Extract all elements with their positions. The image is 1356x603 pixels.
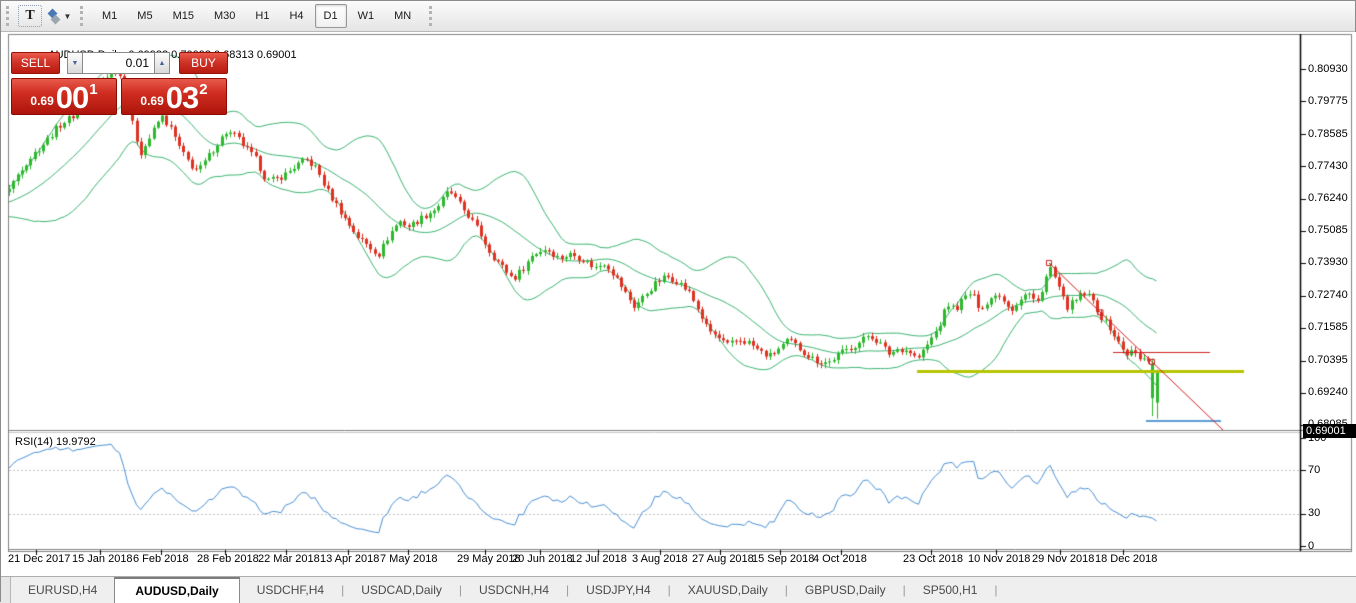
timeframe-button-w1[interactable]: W1 (349, 4, 384, 28)
toolbar-grip[interactable] (80, 6, 87, 26)
tab-separator: | (994, 583, 997, 597)
chart-tab-gbpusd[interactable]: GBPUSD,Daily (788, 577, 903, 603)
price-axis-label: 0.72740 (1308, 289, 1348, 301)
time-axis-label: 15 Sep 2018 (752, 553, 814, 565)
chart-tab-bar: EURUSD,H4AUDUSD,DailyUSDCHF,H4 | USDCAD,Da… (1, 576, 1356, 603)
timeframe-toolbar: M1M5M15M30H1H4D1W1MN (92, 4, 421, 28)
price-axis-label: 0.73930 (1308, 256, 1348, 268)
time-axis-label: 13 Apr 2018 (320, 553, 379, 565)
timeframe-button-d1[interactable]: D1 (315, 4, 347, 28)
price-axis-label: 0.71585 (1308, 321, 1348, 333)
price-axis-label: 0.70395 (1308, 354, 1348, 366)
chart-tab-audusd[interactable]: AUDUSD,Daily (114, 577, 239, 603)
rsi-axis-label: 70 (1308, 464, 1320, 476)
time-axis-label: 23 Oct 2018 (903, 553, 963, 565)
one-click-trading-panel: SELL ▼ ▲ BUY 0.69 00 1 0.69 03 2 (11, 52, 233, 115)
chart-area: ▲AUDUSD,Daily 0.69982 0.70098 0.68313 0.… (1, 32, 1356, 576)
timeframe-button-m1[interactable]: M1 (93, 4, 126, 28)
sell-button[interactable]: SELL (11, 52, 60, 74)
text-tool-button[interactable]: T (18, 5, 42, 27)
timeframe-button-m5[interactable]: M5 (128, 4, 161, 28)
buy-button[interactable]: BUY (179, 52, 228, 74)
chart-tab-usdcnh[interactable]: USDCNH,H4 (462, 577, 566, 603)
buy-price-big-digits: 03 (166, 84, 198, 112)
timeframe-button-h1[interactable]: H1 (246, 4, 278, 28)
rsi-indicator-label: RSI(14) 19.9792 (15, 436, 96, 448)
sell-price-big-digits: 00 (56, 84, 88, 112)
chart-tab-eurusd[interactable]: EURUSD,H4 (11, 577, 114, 603)
line-studies-button[interactable]: ▼ (42, 4, 78, 28)
timeframe-button-m30[interactable]: M30 (205, 4, 244, 28)
time-axis-label: 28 Feb 2018 (197, 553, 259, 565)
price-axis-label: 0.77430 (1308, 160, 1348, 172)
price-axis-label: 0.79775 (1308, 95, 1348, 107)
tab-stub[interactable] (1, 577, 11, 603)
chart-tab-usdjpy[interactable]: USDJPY,H4 (569, 577, 667, 603)
price-axis-label: 0.78585 (1308, 128, 1348, 140)
lot-decrease-button[interactable]: ▼ (67, 52, 83, 74)
lot-increase-button[interactable]: ▲ (154, 52, 170, 74)
toolbar-grip[interactable] (429, 6, 436, 26)
chart-tab-sp500[interactable]: SP500,H1 (906, 577, 995, 603)
toolbar-grip[interactable] (6, 6, 13, 26)
chevron-down-icon: ▼ (64, 12, 72, 21)
lot-size-control: ▼ ▲ (67, 52, 170, 74)
time-axis-label: 3 Aug 2018 (632, 553, 688, 565)
time-axis-label: 20 Jun 2018 (512, 553, 573, 565)
time-axis-label: 7 May 2018 (380, 553, 437, 565)
price-axis-label: 0.80930 (1308, 63, 1348, 75)
timeframe-button-mn[interactable]: MN (385, 4, 420, 28)
sell-price-pip-digit: 1 (89, 81, 97, 98)
current-price-tag: 0.69001 (1303, 424, 1356, 438)
chart-tab-usdcad[interactable]: USDCAD,Daily (344, 577, 459, 603)
buy-price-box[interactable]: 0.69 03 2 (121, 78, 227, 115)
price-axis-label: 0.76240 (1308, 192, 1348, 204)
time-axis-label: 22 Mar 2018 (258, 553, 320, 565)
buy-price-pip-digit: 2 (199, 81, 207, 98)
time-axis-label: 12 Jul 2018 (570, 553, 627, 565)
buy-price-prefix: 0.69 (140, 94, 163, 108)
time-axis-label: 21 Dec 2017 (8, 553, 70, 565)
sell-price-box[interactable]: 0.69 00 1 (11, 78, 117, 115)
rsi-axis-label: 30 (1308, 507, 1320, 519)
sell-price-prefix: 0.69 (30, 94, 53, 108)
timeframe-button-h4[interactable]: H4 (280, 4, 312, 28)
chart-tab-xauusd[interactable]: XAUUSD,Daily (671, 577, 785, 603)
time-axis-label: 15 Jan 2018 (72, 553, 133, 565)
lot-size-input[interactable] (83, 52, 154, 74)
terminal-window: T ▼ M1M5M15M30H1H4D1W1MN ▲ AUDUSD,Daily 0… (0, 0, 1356, 602)
time-axis-label: 27 Aug 2018 (692, 553, 754, 565)
timeframe-button-m15[interactable]: M15 (164, 4, 203, 28)
chart-tab-usdchf[interactable]: USDCHF,H4 (240, 577, 341, 603)
time-axis-label: 4 Oct 2018 (813, 553, 867, 565)
top-toolbar: T ▼ M1M5M15M30H1H4D1W1MN (1, 1, 1355, 32)
time-axis-label: 18 Dec 2018 (1095, 553, 1157, 565)
time-axis-label: 29 Nov 2018 (1032, 553, 1094, 565)
price-axis-label: 0.69240 (1308, 386, 1348, 398)
time-axis-label: 10 Nov 2018 (968, 553, 1030, 565)
price-axis-label: 0.75085 (1308, 224, 1348, 236)
rsi-axis-label: 0 (1308, 540, 1314, 552)
time-axis-label: 6 Feb 2018 (133, 553, 189, 565)
